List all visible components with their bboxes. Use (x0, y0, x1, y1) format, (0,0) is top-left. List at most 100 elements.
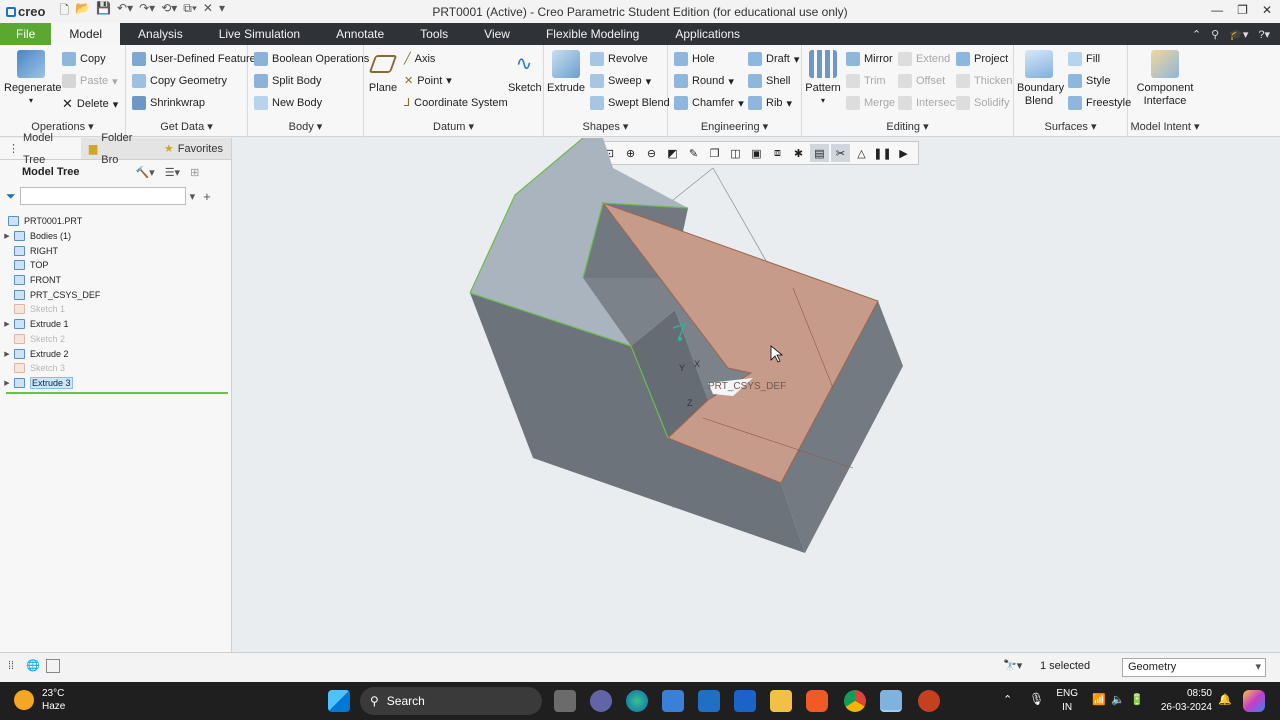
menu-model[interactable]: Model (51, 23, 121, 45)
solidify-button[interactable]: Solidify (956, 96, 1009, 110)
tab-model-tree[interactable]: ⋮ Model Tree (0, 132, 81, 166)
minimize-ribbon-icon[interactable]: ⌃ (1192, 28, 1201, 41)
split-body-button[interactable]: Split Body (254, 74, 322, 88)
freestyle-button[interactable]: Freestyle (1068, 96, 1131, 110)
menu-applications[interactable]: Applications (657, 23, 758, 45)
fill-button[interactable]: Fill (1068, 52, 1100, 66)
menu-view[interactable]: View (466, 23, 528, 45)
close-icon[interactable]: ✕ (1262, 3, 1272, 17)
undo-icon[interactable]: ↶▾ (117, 1, 133, 22)
chrome-icon[interactable] (844, 690, 866, 712)
tree-item[interactable]: ▶ Extrude 2 (0, 346, 231, 361)
delete-button[interactable]: ✕ Delete ▾ (62, 96, 118, 112)
pattern-button[interactable]: Pattern ▾ (804, 50, 842, 106)
customize-icon[interactable]: ▾ (219, 1, 225, 22)
brave-icon[interactable] (806, 690, 828, 712)
chat-icon[interactable] (590, 690, 612, 712)
tree-item[interactable]: PRT0001.PRT (0, 214, 231, 229)
menu-annotate[interactable]: Annotate (318, 23, 402, 45)
creo-taskbar-icon[interactable] (880, 690, 902, 712)
tree-item[interactable]: FRONT (0, 273, 231, 288)
tree-filter-settings-icon[interactable]: ⊞ (190, 166, 199, 179)
powerpoint-icon[interactable] (918, 690, 940, 712)
menu-file[interactable]: File (0, 23, 52, 45)
file-explorer-icon[interactable] (770, 690, 792, 712)
swept-blend-button[interactable]: Swept Blend (590, 96, 670, 110)
tree-item[interactable]: Sketch 3 (0, 361, 231, 376)
regenerate-small-icon[interactable]: ⟲▾ (161, 1, 177, 22)
browser-icon[interactable]: 🌐 (26, 659, 40, 672)
full-screen-icon[interactable] (46, 659, 60, 673)
trim-button[interactable]: Trim (846, 74, 886, 88)
extrude-button[interactable]: Extrude (546, 50, 586, 94)
weather-widget[interactable]: 23°C Haze (14, 687, 65, 713)
round-button[interactable]: Round ▾ (674, 74, 734, 88)
tree-columns-icon[interactable]: ☰▾ (165, 166, 180, 179)
add-icon[interactable]: + (203, 189, 211, 204)
redo-icon[interactable]: ↷▾ (139, 1, 155, 22)
task-view-icon[interactable] (554, 690, 576, 712)
surfaces-group-label[interactable]: Surfaces ▾ (1014, 120, 1127, 133)
new-body-button[interactable]: New Body (254, 96, 322, 110)
taskbar-search[interactable]: ⚲ Search (360, 687, 542, 715)
component-interface-button[interactable]: Component Interface (1130, 50, 1200, 108)
open-file-icon[interactable]: 📂 (75, 1, 90, 22)
tree-item[interactable]: Sketch 2 (0, 332, 231, 347)
boolean-operations-button[interactable]: Boolean Operations (254, 52, 369, 66)
style-button[interactable]: Style (1068, 74, 1110, 88)
intersect-button[interactable]: Intersect (898, 96, 958, 110)
plane-button[interactable]: Plane (366, 50, 400, 94)
paste-button[interactable]: Paste ▾ (62, 74, 118, 88)
language-indicator[interactable]: ENG IN (1056, 687, 1078, 715)
help-icon[interactable]: ?▾ (1258, 28, 1270, 41)
mirror-button[interactable]: Mirror (846, 52, 893, 66)
chamfer-button[interactable]: Chamfer ▾ (674, 96, 744, 110)
close-window-icon[interactable]: ✕ (203, 1, 213, 22)
sketch-button[interactable]: ∿ Sketch (508, 50, 542, 94)
axis-button[interactable]: ╱ Axis (404, 52, 435, 66)
save-icon[interactable]: 💾 (96, 1, 111, 22)
copy-button[interactable]: Copy (62, 52, 106, 66)
show-panel-icon[interactable]: ⁞⁞ (8, 660, 14, 672)
offset-button[interactable]: Offset (898, 74, 945, 88)
windows-start-icon[interactable] (328, 690, 350, 712)
hole-button[interactable]: Hole (674, 52, 715, 66)
model-intent-group-label[interactable]: Model Intent ▾ (1128, 120, 1202, 133)
search-dropdown-icon[interactable]: ▾ (190, 190, 196, 203)
merge-button[interactable]: Merge (846, 96, 895, 110)
edge-icon[interactable] (626, 690, 648, 712)
revolve-button[interactable]: Revolve (590, 52, 648, 66)
rib-button[interactable]: Rib ▾ (748, 96, 792, 110)
sweep-button[interactable]: Sweep ▾ (590, 74, 651, 88)
engineering-group-label[interactable]: Engineering ▾ (668, 120, 801, 133)
shrinkwrap-button[interactable]: Shrinkwrap (132, 96, 205, 110)
find-icon[interactable]: 🔭▾ (1003, 659, 1022, 672)
microphone-icon[interactable]: 🎙 (1029, 692, 1044, 706)
tray-expand-icon[interactable]: ⌃ (1003, 693, 1012, 706)
menu-analysis[interactable]: Analysis (120, 23, 201, 45)
dropbox-icon[interactable] (734, 690, 756, 712)
search-command-icon[interactable]: ⚲ (1211, 28, 1219, 41)
tree-item[interactable]: RIGHT (0, 243, 231, 258)
copy-geometry-button[interactable]: Copy Geometry (132, 74, 227, 88)
regenerate-button[interactable]: Regenerate ▾ (4, 50, 62, 106)
tree-settings-icon[interactable]: 🔨▾ (135, 166, 154, 179)
copilot-icon[interactable] (1243, 690, 1265, 712)
part-model[interactable]: Y X Z PRT_CSYS_DEF (233, 138, 1280, 652)
shell-button[interactable]: Shell (748, 74, 790, 88)
selection-filter-select[interactable]: Geometry (1122, 658, 1266, 677)
tab-favorites[interactable]: ★ Favorites (156, 138, 231, 159)
thicken-button[interactable]: Thicken (956, 74, 1013, 88)
notification-icon[interactable]: 🔔 (1218, 693, 1232, 706)
extend-button[interactable]: Extend (898, 52, 950, 66)
shapes-group-label[interactable]: Shapes ▾ (544, 120, 667, 133)
body-group-label[interactable]: Body ▾ (248, 120, 363, 133)
tree-item[interactable]: ▶ Bodies (1) (0, 229, 231, 244)
maximize-icon[interactable]: ❐ (1237, 3, 1248, 17)
datum-group-label[interactable]: Datum ▾ (364, 120, 543, 133)
graphics-area[interactable]: ⊡ ⊕ ⊖ ◩ ✎ ❒ ◫ ▣ ⧈ ✱ ▤ ✂ △ ❚❚ ▶ Y X Z PRT… (233, 138, 1280, 652)
clock[interactable]: 08:50 26-03-2024 (1161, 687, 1212, 715)
project-button[interactable]: Project (956, 52, 1008, 66)
expand-arrow-icon[interactable]: ▶ (0, 379, 14, 387)
new-file-icon[interactable]: 🗋 (59, 1, 69, 22)
